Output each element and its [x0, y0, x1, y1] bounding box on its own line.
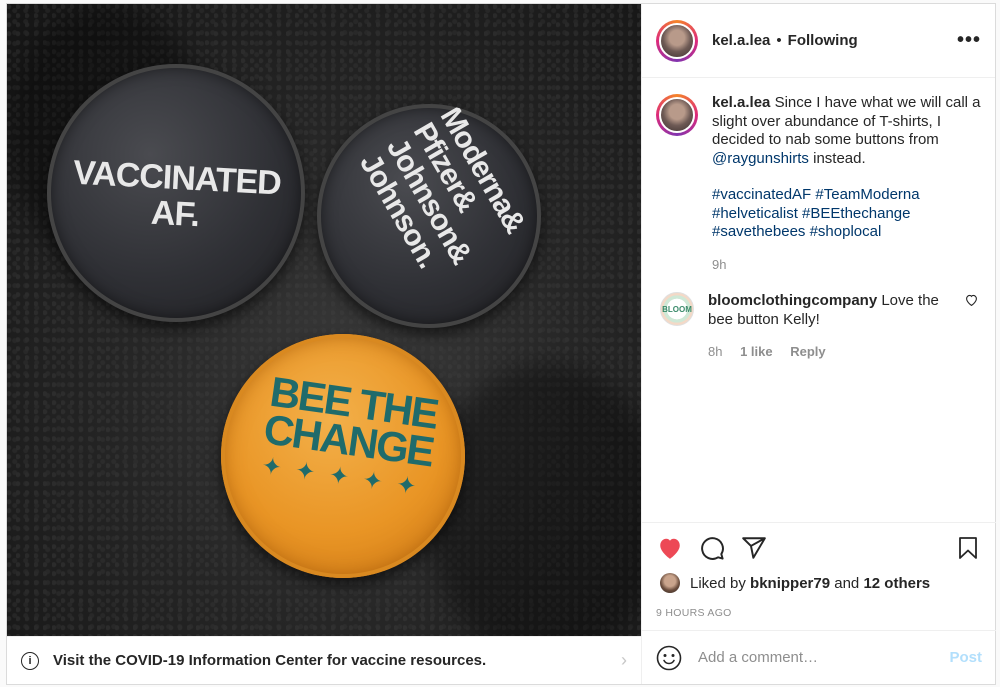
pin-text: VACCINATED AF. [72, 153, 282, 235]
likes-prefix: Liked by [690, 574, 746, 592]
caption-username[interactable]: kel.a.lea [712, 94, 770, 111]
story-ring[interactable] [656, 19, 698, 62]
comment-likes[interactable]: 1 like [740, 344, 773, 359]
heart-icon[interactable] [656, 534, 684, 562]
mention-link[interactable]: @raygunshirts [712, 150, 809, 167]
bee-icon: ✦ [360, 466, 385, 497]
caption-text-after: instead. [813, 149, 866, 167]
bee-the-change-pin: BEE THE CHANGE ✦ ✦ ✦ ✦ ✦ [221, 334, 465, 578]
comment-input[interactable] [698, 649, 950, 666]
comment-item: BLOOM bloomclothingcompany Love the bee … [656, 292, 981, 362]
action-icons [656, 523, 982, 573]
post-image[interactable]: VACCINATED AF. Moderna& Pfizer& Johnson&… [7, 4, 641, 636]
avatar [659, 22, 695, 59]
post-comment-button[interactable]: Post [949, 649, 982, 666]
covid-banner-text: Visit the COVID-19 Information Center fo… [53, 652, 487, 669]
reply-button[interactable]: Reply [790, 344, 825, 359]
caption-time[interactable]: 9h [712, 257, 726, 272]
avatar [659, 97, 695, 133]
bookmark-icon[interactable] [954, 534, 982, 562]
info-icon: i [21, 651, 39, 670]
caption-body: kel.a.lea Since I have what we will call… [712, 94, 981, 274]
comment-time[interactable]: 8h [708, 344, 722, 359]
likes-and: and [834, 574, 860, 592]
story-ring[interactable] [656, 94, 698, 136]
liker-avatar[interactable] [660, 573, 680, 593]
comment-meta: 8h 1 like Reply [708, 343, 959, 362]
post-container: VACCINATED AF. Moderna& Pfizer& Johnson&… [6, 3, 996, 685]
hashtags[interactable]: #vaccinatedAF #TeamModerna #helveticalis… [712, 186, 981, 242]
comment-body: bloomclothingcompany Love the bee button… [708, 292, 959, 362]
caption-meta: 9h [712, 256, 981, 275]
post-header: kel.a.lea • Following ••• [642, 4, 995, 78]
commenter-avatar[interactable]: BLOOM [660, 292, 694, 326]
comment-username[interactable]: bloomclothingcompany [708, 292, 877, 309]
post-side-panel: kel.a.lea • Following ••• kel.a.lea Sinc… [641, 4, 996, 684]
liker-username[interactable]: bknipper79 [750, 575, 830, 592]
bee-icon: ✦ [327, 461, 351, 492]
username-link[interactable]: kel.a.lea [712, 32, 770, 49]
likes-summary: Liked by bknipper79 and 12 others [656, 573, 982, 593]
covid-info-banner[interactable]: i Visit the COVID-19 Information Center … [7, 636, 641, 684]
vaccinated-af-pin: VACCINATED AF. [47, 64, 305, 322]
likes-others[interactable]: 12 others [863, 575, 930, 592]
caption: kel.a.lea Since I have what we will call… [656, 94, 981, 274]
post-timestamp[interactable]: 9 HOURS AGO [656, 607, 982, 619]
comment-icon[interactable] [698, 534, 726, 562]
chevron-right-icon: › [621, 650, 627, 670]
more-options-icon[interactable]: ••• [957, 29, 981, 52]
bee-icon: ✦ [259, 452, 284, 482]
share-icon[interactable] [740, 534, 768, 562]
post-actions: Liked by bknipper79 and 12 others 9 HOUR… [642, 522, 996, 630]
comment-like-icon[interactable] [965, 294, 981, 362]
vaccine-brands-pin: Moderna& Pfizer& Johnson& Johnson. [317, 104, 541, 328]
emoji-icon[interactable] [656, 645, 682, 671]
comments-section: kel.a.lea Since I have what we will call… [642, 78, 995, 522]
bee-icon: ✦ [293, 457, 318, 487]
following-button[interactable]: Following [788, 32, 858, 49]
add-comment-bar: Post [642, 630, 996, 684]
bee-icon: ✦ [394, 471, 419, 501]
separator: • [776, 32, 782, 49]
